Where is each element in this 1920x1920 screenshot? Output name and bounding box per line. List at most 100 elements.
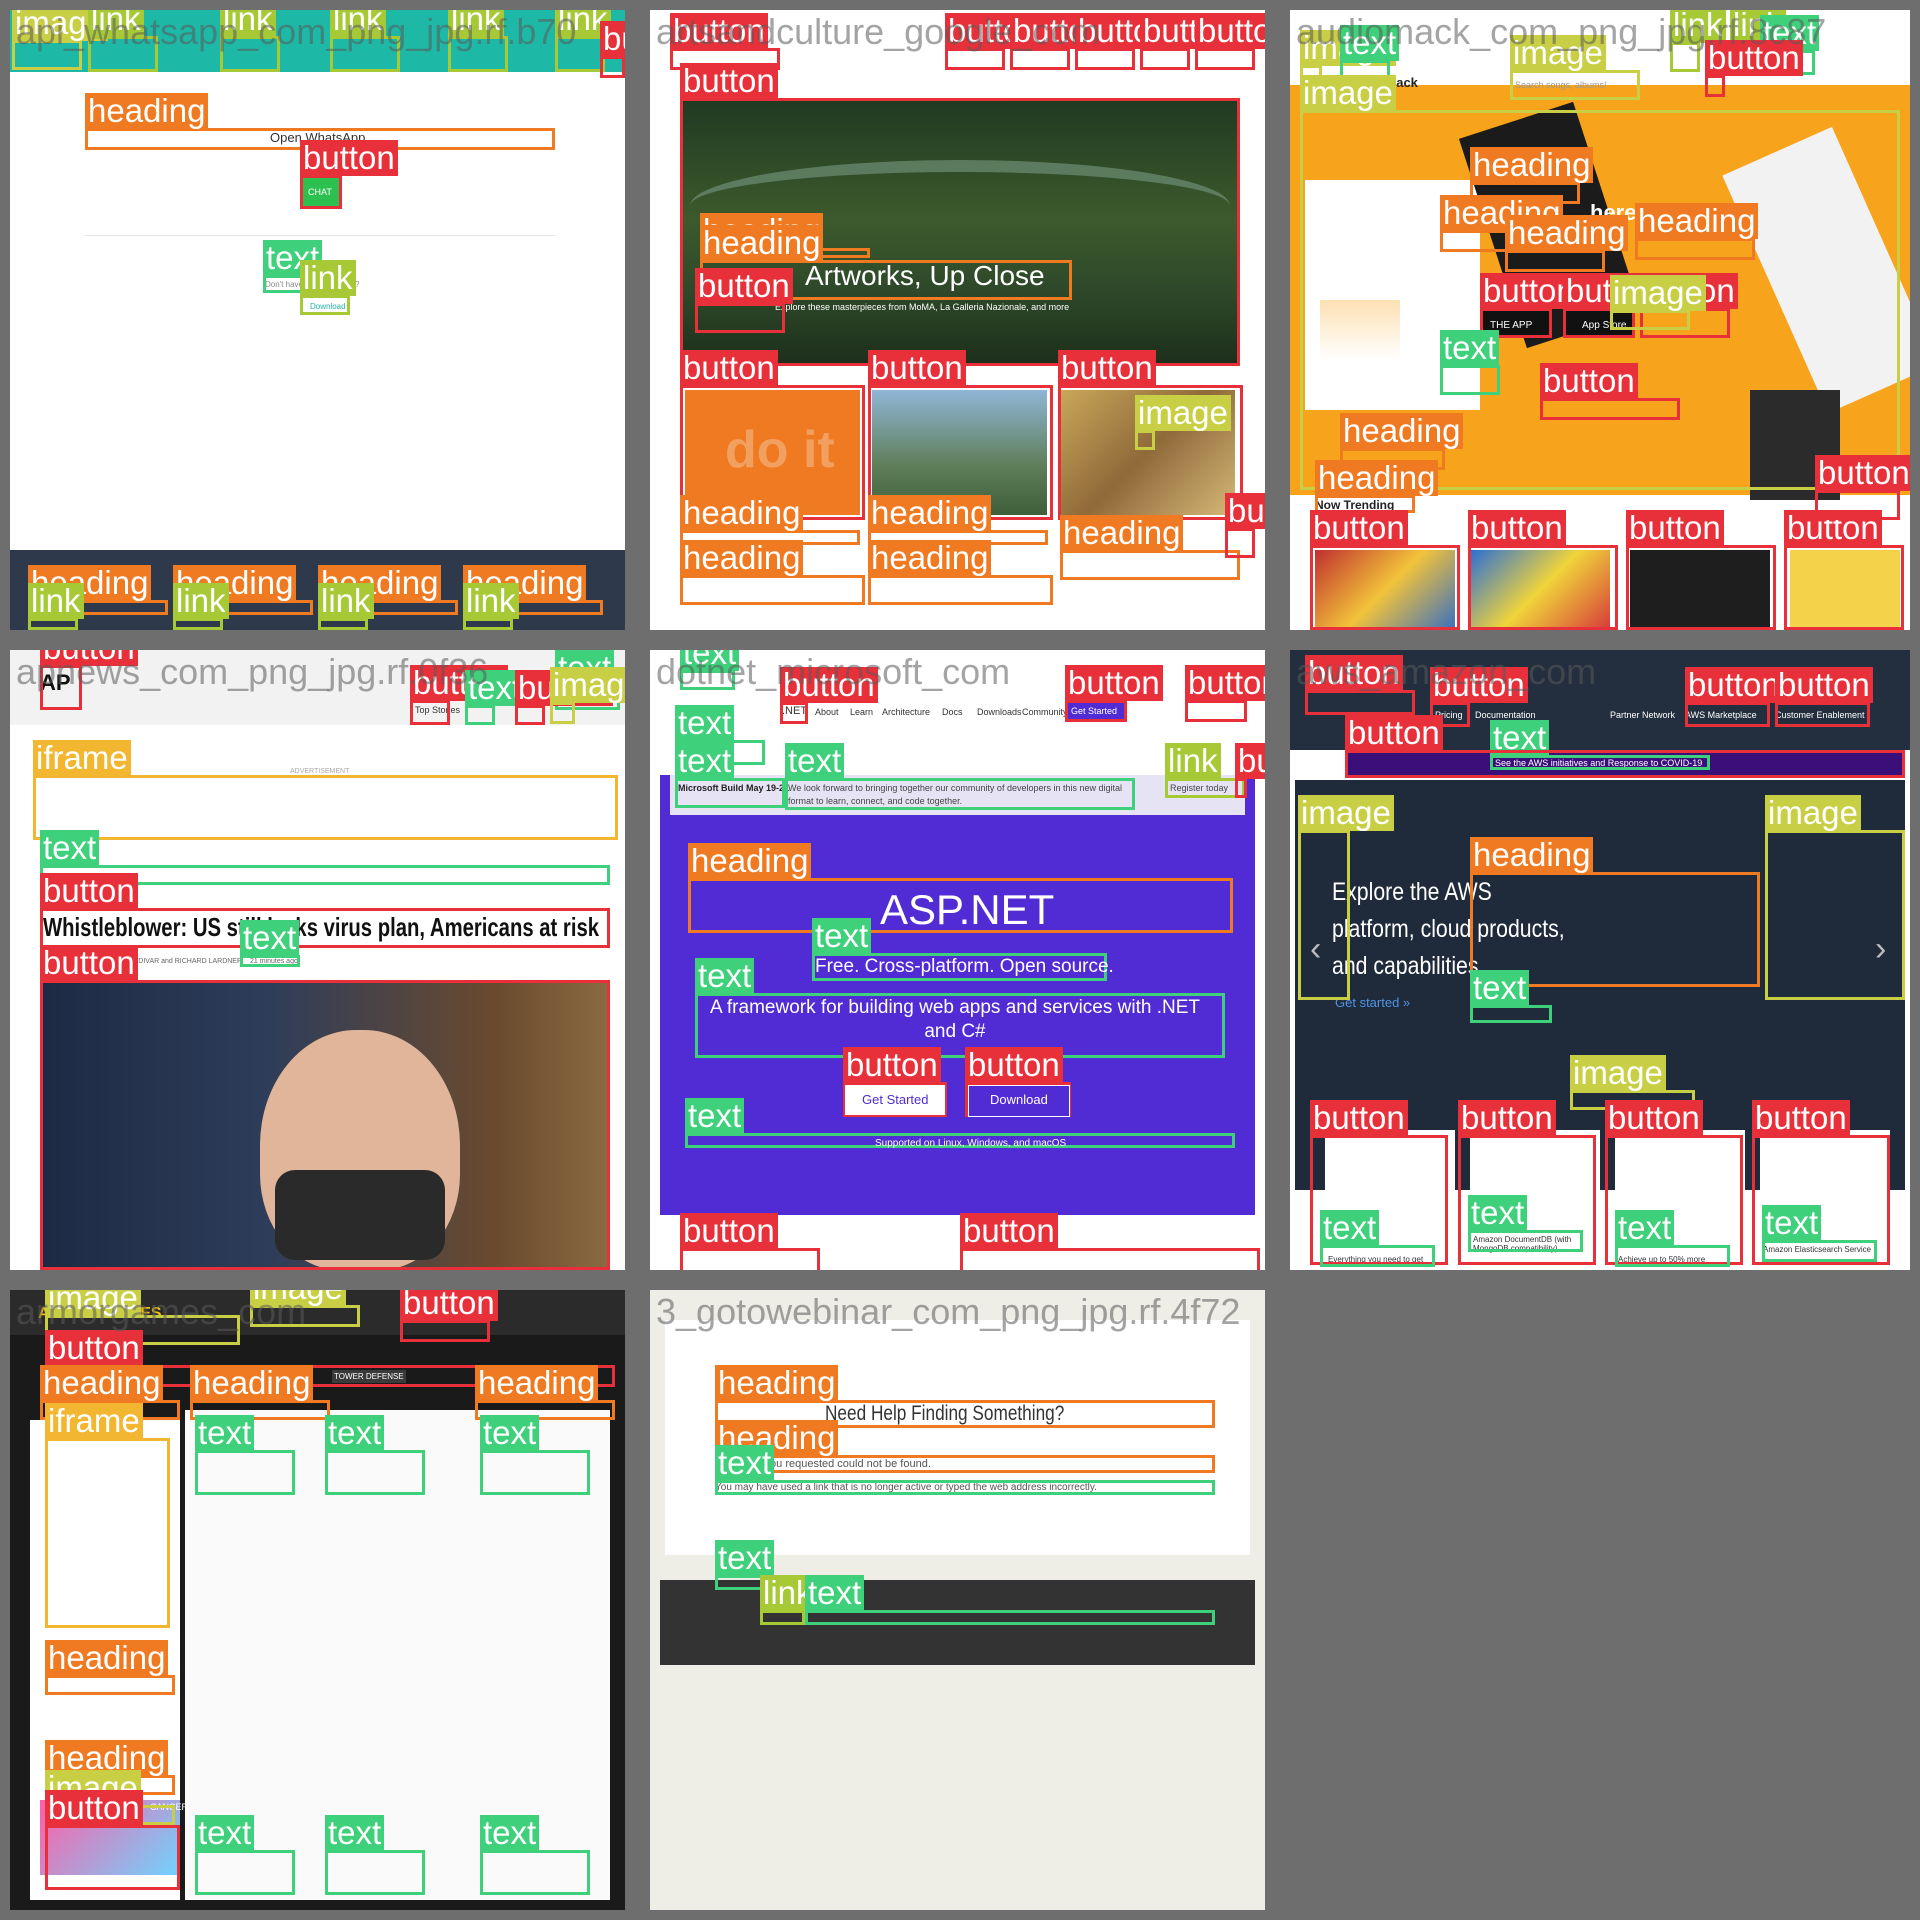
hero-caption: text (1440, 330, 1500, 395)
game-text-4: text (195, 1815, 295, 1895)
footer-link-3[interactable]: link (318, 583, 374, 630)
build-body-text: text (785, 743, 1135, 810)
top-button-3[interactable]: button (1010, 13, 1108, 70)
nav-link-2[interactable]: link (220, 10, 280, 72)
footer-link-1[interactable]: link (28, 583, 84, 630)
login-button[interactable]: button (400, 1290, 498, 1342)
nav-about[interactable]: About (815, 707, 839, 717)
nav-learn[interactable]: Learn (850, 707, 873, 717)
game-text-6: text (480, 1815, 590, 1895)
get-started-label: Get Started (862, 1092, 929, 1107)
hero-cta-button[interactable]: button (695, 268, 793, 333)
nav-partner[interactable]: Partner Network (1610, 710, 1675, 720)
nav-docs[interactable]: Docs (942, 707, 963, 717)
card-heading-3: heading (1060, 515, 1240, 580)
headline-button[interactable]: button (40, 873, 610, 948)
ad-iframe: iframe (45, 1403, 170, 1628)
hero-line-1: Explore the AWS (1332, 878, 1492, 906)
download-label: Download (990, 1092, 1048, 1107)
footer-link-2[interactable]: link (173, 583, 229, 630)
nav-community[interactable]: Community (1022, 707, 1068, 717)
nav-dotnet-button[interactable]: button (780, 667, 878, 724)
header-link-1[interactable]: link (1670, 10, 1726, 72)
tile-whatsapp: Open WhatsApp CHAT Don't have WhatsApp y… (10, 10, 625, 630)
next-arrow-image: image (1765, 795, 1905, 1000)
tile-aws: Pricing Documentation Partner Network AW… (1290, 650, 1910, 1270)
promo-caption: Cancer is available now, for Steam and (43, 1893, 165, 1900)
hero-get-started-text: text (1470, 970, 1552, 1023)
error-text: text (715, 1445, 1215, 1495)
build-title-text: text (675, 743, 785, 808)
nav-architecture[interactable]: Architecture (882, 707, 930, 717)
prev-arrow-image: image (1298, 795, 1394, 1000)
register-link[interactable]: link (1165, 743, 1245, 798)
game-text-5: text (325, 1815, 425, 1895)
tile-audiomack: THE APP App Store audiomack Search songs… (1290, 10, 1910, 630)
top-nav-button-3[interactable]: button (1685, 667, 1783, 727)
game-text-1: text (195, 1415, 295, 1495)
divider (85, 235, 555, 236)
promo-button[interactable]: button (45, 1790, 180, 1890)
top-stories-button[interactable]: button (410, 665, 508, 725)
footer-link-4[interactable]: link (463, 583, 519, 630)
chat-button[interactable]: button (300, 140, 398, 209)
bottom-button-1[interactable]: button (680, 1213, 820, 1270)
card-text-2: text (1468, 1195, 1583, 1252)
language-button[interactable]: button (600, 21, 625, 78)
top-button-5[interactable]: button (1140, 13, 1238, 70)
nav-downloads[interactable]: Downloads (977, 707, 1022, 717)
trending-button-1[interactable]: button (1310, 510, 1460, 630)
tile-apnews: AP Top Stories ADVERTISEMENT Whistleblow… (10, 650, 625, 1270)
tagline: Free. Cross-platform. Open source. (815, 956, 1114, 977)
top-button-4[interactable]: button (1075, 13, 1173, 70)
nav-get-started-button[interactable]: button (1065, 665, 1163, 722)
ad-iframe: iframe (33, 740, 618, 840)
close-banner-button[interactable]: button (1235, 743, 1265, 798)
game-text-2: text (325, 1415, 425, 1495)
photo-button[interactable]: button (40, 945, 610, 1270)
card-image-3: image (1135, 395, 1231, 450)
sidebar-heading-1: heading (45, 1640, 175, 1695)
advertisement-label: ADVERTISEMENT (290, 768, 350, 775)
covid-banner-button[interactable]: button (1345, 715, 1905, 778)
top-nav-button-1[interactable]: button (1305, 655, 1415, 715)
trending-button-3[interactable]: button (1626, 510, 1776, 630)
supported-text: Supported on Linux, Windows, and macOS (875, 1138, 1067, 1149)
card-more-button[interactable]: button (1225, 493, 1265, 558)
trending-button-4[interactable]: button (1784, 510, 1904, 630)
nav-image: image (550, 667, 625, 724)
logo-image: image (12, 10, 108, 70)
nav-link-3[interactable]: link (330, 10, 400, 72)
card-heading-1b: heading (680, 540, 865, 605)
nav-link-4[interactable]: link (448, 10, 508, 72)
ms-account-button[interactable]: button (1185, 665, 1265, 722)
nav-link-5[interactable]: link (555, 10, 611, 72)
bottom-button-2[interactable]: button (960, 1213, 1260, 1270)
ap-logo-button[interactable]: button (40, 650, 138, 710)
nav-button[interactable]: button (515, 670, 613, 725)
profile-button[interactable]: button (1705, 40, 1803, 97)
aspnet-title: ASP.NET (880, 886, 1055, 933)
trending-button-2[interactable]: button (1468, 510, 1618, 630)
social-button[interactable]: button (1540, 363, 1680, 420)
top-button-2[interactable]: button (945, 13, 1043, 70)
game-text-3: text (480, 1415, 590, 1495)
error-heading: heading (715, 1420, 1215, 1473)
top-button-6[interactable]: button (1195, 13, 1265, 70)
trending-more-button[interactable]: button (1815, 455, 1910, 520)
hero-heading-4: heading (1635, 203, 1759, 260)
tile-artsandculture: Artworks, Up Close Explore these masterp… (650, 10, 1265, 630)
card-text-1: text (1320, 1210, 1435, 1267)
byline-text: text (240, 920, 300, 967)
footer-link[interactable]: link (760, 1575, 816, 1625)
nav-link-1[interactable]: link (88, 10, 158, 72)
tile-armorgames: ARMOR GAMES TOWER DEFENSE CANCER Cancer … (10, 1290, 625, 1910)
hero-heading-3: heading (1505, 215, 1629, 272)
footer-text-2: text (805, 1575, 1215, 1625)
nav-text: text (465, 670, 525, 725)
top-nav-button-4[interactable]: button (1775, 667, 1873, 727)
search-image: image (250, 1290, 360, 1327)
tile-dotnet: .NET About Learn Architecture Docs Downl… (650, 650, 1265, 1270)
search-image: image (1510, 35, 1640, 100)
download-link[interactable]: link (300, 260, 356, 315)
